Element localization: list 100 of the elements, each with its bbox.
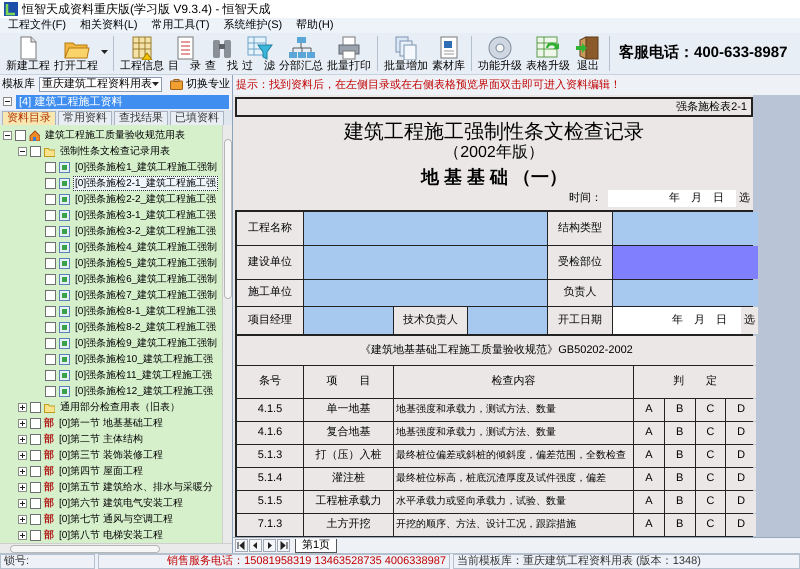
tree-item[interactable]: [0]强条施检2-1_建筑工程施工强 [73,176,218,190]
grade-option[interactable]: C [696,514,726,536]
checkbox[interactable] [30,482,41,492]
page-nav-button[interactable] [263,539,276,552]
tree-item[interactable]: [0]强条施检10_建筑工程施工强 [73,352,215,366]
expand-icon[interactable] [18,402,27,412]
tree-item[interactable]: [0]强条施检1_建筑工程施工强制 [73,160,220,174]
tree-item[interactable]: [0]强条施检4_建筑工程施工强制 [73,240,220,254]
tab[interactable]: 常用资料 [58,111,112,125]
checkbox[interactable] [45,290,56,300]
tree-item[interactable]: [0]第一节 地基基础工程 [57,416,165,430]
tree-item[interactable]: [0]强条施检3-2_建筑工程施工强 [73,224,218,238]
checkbox[interactable] [30,498,41,508]
collapse-icon[interactable] [3,97,12,106]
menu-item[interactable]: 帮助(H) [296,17,334,34]
expand-icon[interactable] [18,450,27,460]
toolbar-button[interactable]: 打开工程 [52,33,100,74]
page-nav-button[interactable] [235,539,248,552]
grade-option[interactable]: D [726,514,756,536]
grade-option[interactable]: D [726,490,756,512]
tab[interactable]: 资料目录 [2,111,56,125]
horizontal-scrollbar[interactable] [0,543,232,553]
grade-option[interactable]: C [696,398,726,420]
toolbar-button[interactable]: 批量增加 [382,33,430,74]
pick-date-button[interactable]: 选 [736,190,753,206]
input-field[interactable] [613,246,758,278]
expand-icon[interactable] [18,498,27,508]
grade-option[interactable]: D [726,422,756,444]
toolbar-button[interactable]: 素材库 [430,33,467,74]
toolbar-button[interactable]: 查 找 [203,33,240,74]
checkbox[interactable] [45,306,56,316]
tree-item[interactable]: [0]强条施检7_建筑工程施工强制 [73,288,220,302]
input-field[interactable] [613,212,758,244]
grade-option[interactable]: A [634,514,664,536]
checkbox[interactable] [45,258,56,268]
grade-option[interactable]: C [696,422,726,444]
menu-item[interactable]: 系统维护(S) [224,17,282,34]
input-field[interactable] [304,212,547,244]
grade-option[interactable]: A [634,398,664,420]
expand-icon[interactable] [18,482,27,492]
checkbox[interactable] [45,338,56,348]
toolbar-button[interactable]: 分部汇总 [277,33,325,74]
collapse-icon[interactable] [18,146,27,156]
page-nav-button[interactable] [249,539,262,552]
pick-date-button[interactable]: 选 [741,306,758,334]
checkbox[interactable] [30,418,41,428]
toolbar-button[interactable]: 功能升级 [476,33,524,74]
tree-item[interactable]: [0]强条施检9_建筑工程施工强制 [73,336,220,350]
grade-option[interactable]: A [634,490,664,512]
input-field[interactable] [468,306,547,334]
scroll-thumb[interactable] [224,139,232,299]
switch-button[interactable]: 切换专业 [170,76,230,92]
checkbox[interactable] [30,530,41,540]
toolbar-button[interactable]: 批量打印 [325,33,373,74]
grade-option[interactable]: C [696,468,726,490]
tree-item[interactable]: [0]强条施检8-1_建筑工程施工强 [73,304,218,318]
checkbox[interactable] [45,242,56,252]
checkbox[interactable] [30,450,41,460]
checkbox[interactable] [30,402,41,412]
grade-option[interactable]: A [634,444,664,466]
grade-option[interactable]: B [664,514,694,536]
grade-option[interactable]: B [664,468,694,490]
checkbox[interactable] [30,434,41,444]
input-field[interactable] [304,246,547,278]
menu-item[interactable]: 工程文件(F) [8,17,66,34]
input-field[interactable] [613,280,758,306]
checkbox[interactable] [45,274,56,284]
toolbar-button[interactable]: 工程信息 [118,33,166,74]
time-field[interactable]: 年 月 日 选 [608,190,753,206]
tree-item[interactable]: [0]第七节 通风与空调工程 [57,512,175,526]
tree-item[interactable]: 建筑工程施工质量验收规范用表 [43,128,187,142]
grade-option[interactable]: A [634,422,664,444]
toolbar-button[interactable]: 过 滤 [240,33,277,74]
grade-option[interactable]: B [664,398,694,420]
template-dropdown[interactable]: 重庆建筑工程资料用表 [39,76,162,92]
grade-option[interactable]: D [726,468,756,490]
checkbox[interactable] [30,146,41,156]
toolbar-button[interactable]: 新建工程 [4,33,52,74]
tree-item[interactable]: [0]强条施检6_建筑工程施工强制 [73,272,220,286]
checkbox[interactable] [45,386,56,396]
input-field[interactable] [304,306,393,334]
checkbox[interactable] [30,466,41,476]
input-field[interactable] [304,280,547,306]
grade-option[interactable]: B [664,490,694,512]
scroll-thumb[interactable] [10,544,160,552]
checkbox[interactable] [45,226,56,236]
toolbar-button[interactable]: 退出 [572,33,604,74]
tree-item[interactable]: [0]强条施检8-2_建筑工程施工强 [73,320,218,334]
grade-option[interactable]: D [726,398,756,420]
expand-icon[interactable] [18,434,27,444]
checkbox[interactable] [45,210,56,220]
expand-icon[interactable] [18,418,27,428]
checkbox[interactable] [45,178,56,188]
toolbar-button[interactable]: 目 录 [166,33,203,74]
menu-item[interactable]: 相关资料(L) [80,17,138,34]
checkbox[interactable] [45,354,56,364]
sheet-tab[interactable]: 第1页 [295,538,338,552]
tab[interactable]: 查找结果 [114,111,168,125]
tree-item[interactable]: [0]强条施检2-2_建筑工程施工强 [73,192,218,206]
collapse-icon[interactable] [3,130,12,140]
